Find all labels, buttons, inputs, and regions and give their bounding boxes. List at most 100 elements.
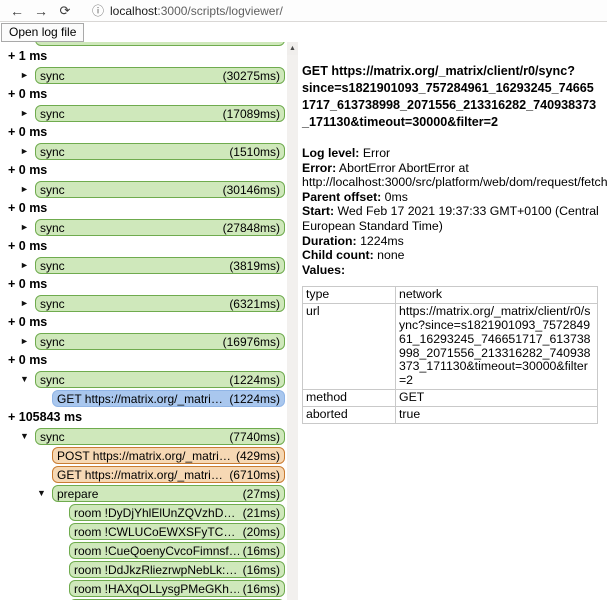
log-item-box[interactable]: GET https://matrix.org/_matri…(6710ms) — [52, 466, 285, 483]
value-key: type — [303, 287, 396, 304]
values-table-row: methodGET — [303, 389, 598, 406]
log-item-duration: (1224ms) — [225, 373, 280, 387]
log-item: ▼ sync(1224ms) — [0, 370, 287, 389]
log-item: GET https://matrix.org/_matri…(6710ms) — [0, 465, 287, 484]
offset-text: + 105843 ms — [0, 410, 82, 424]
detail-field: Duration: 1224ms — [302, 234, 601, 249]
log-item-box[interactable]: sync (1510ms) — [35, 143, 285, 160]
log-item-box[interactable]: room !HAXqOLLysgPMeGKh…(16ms) — [69, 580, 285, 597]
log-item-box[interactable]: sync (7740ms) — [35, 428, 285, 445]
log-item-box[interactable]: sync(6321ms) — [35, 295, 285, 312]
detail-field: Values: — [302, 263, 601, 278]
main-content: + 1 ms►sync(30275ms)+ 0 ms►sync(17089ms)… — [0, 42, 607, 600]
offset-text: + 0 ms — [0, 87, 47, 101]
value-content: true — [396, 406, 598, 423]
detail-field: Error: AbortError AbortError at http://l… — [302, 161, 601, 190]
log-item-box[interactable]: room !CWLUCoEWXSFyTC…(20ms) — [69, 523, 285, 540]
log-item: ► sync (1510ms) — [0, 142, 287, 161]
log-item: ► sync(6321ms) — [0, 294, 287, 313]
log-item-duration: (1510ms) — [225, 145, 280, 159]
log-item-box[interactable]: sync(1224ms) — [35, 371, 285, 388]
time-offset-label: + 0 ms — [0, 313, 287, 332]
log-item-label: room !CWLUCoEWXSFyTC… — [74, 525, 235, 539]
detail-fields: Log level: ErrorError: AbortError AbortE… — [302, 146, 601, 277]
field-label: Values: — [302, 263, 345, 277]
log-item-label: sync — [40, 183, 65, 197]
time-offset-label: + 0 ms — [0, 351, 287, 370]
expand-arrow-icon[interactable]: ► — [20, 145, 29, 157]
log-item-label: room !DyDjYhlElUnZQVzhD… — [74, 506, 235, 520]
expand-arrow-icon[interactable]: ► — [20, 107, 29, 119]
log-item-label: GET https://matrix.org/_matri… — [57, 468, 223, 482]
log-item-duration: (30275ms) — [219, 69, 280, 83]
forward-icon[interactable]: → — [32, 1, 50, 21]
log-item-box[interactable]: sync(30275ms) — [35, 67, 285, 84]
log-item-label: sync — [40, 145, 65, 159]
log-item-duration: (16ms) — [239, 582, 280, 596]
expand-arrow-icon[interactable]: ► — [20, 335, 29, 347]
value-key: aborted — [303, 406, 396, 423]
log-item-box[interactable]: POST https://matrix.org/_matri…(429ms) — [52, 447, 285, 464]
time-offset-label: + 1 ms — [0, 47, 287, 66]
field-label: Child count: — [302, 248, 374, 262]
log-item-duration: (6321ms) — [225, 297, 280, 311]
log-item-duration: (16976ms) — [219, 335, 280, 349]
log-item: ▼ sync (7740ms) — [0, 427, 287, 446]
info-icon[interactable]: ⓘ — [92, 2, 104, 19]
log-item-duration: (7740ms) — [225, 430, 280, 444]
log-item-duration: (27848ms) — [219, 221, 280, 235]
value-key: url — [303, 304, 396, 390]
log-item-box[interactable]: sync(27848ms) — [35, 219, 285, 236]
log-item-box[interactable]: sync (16976ms) — [35, 333, 285, 350]
log-item-duration: (6710ms) — [225, 468, 280, 482]
field-label: Error: — [302, 161, 336, 175]
log-item-box[interactable]: prepare(27ms) — [52, 485, 285, 502]
log-item-box[interactable] — [35, 42, 285, 46]
log-item: ► sync(17089ms) — [0, 104, 287, 123]
log-item: room !CWLUCoEWXSFyTC…(20ms) — [0, 522, 287, 541]
time-offset-label: + 105843 ms — [0, 408, 287, 427]
log-item-box[interactable]: room !DyDjYhlElUnZQVzhD… (21ms) — [69, 504, 285, 521]
back-icon[interactable]: ← — [8, 1, 26, 21]
offset-text: + 0 ms — [0, 315, 47, 329]
offset-text: + 0 ms — [0, 125, 47, 139]
values-table-row: abortedtrue — [303, 406, 598, 423]
detail-field: Log level: Error — [302, 146, 601, 161]
open-log-file-button[interactable]: Open log file — [1, 23, 84, 42]
log-item-label: sync — [40, 107, 65, 121]
log-item-box[interactable]: room !DdJkzRliezrwpNebLk:…(16ms) — [69, 561, 285, 578]
time-offset-label: + 0 ms — [0, 85, 287, 104]
log-item-box[interactable]: sync (3819ms) — [35, 257, 285, 274]
log-item-label: sync — [40, 259, 65, 273]
offset-text: + 0 ms — [0, 201, 47, 215]
log-tree-panel: + 1 ms►sync(30275ms)+ 0 ms►sync(17089ms)… — [0, 42, 298, 600]
log-item-label: sync — [40, 430, 65, 444]
log-item-box[interactable]: GET https://matrix.org/_matri…(1224ms) — [52, 390, 285, 407]
log-item-duration: (3819ms) — [225, 259, 280, 273]
expand-arrow-icon[interactable]: ► — [20, 183, 29, 195]
log-item-box[interactable]: sync(30146ms) — [35, 181, 285, 198]
time-offset-label: + 0 ms — [0, 161, 287, 180]
expand-arrow-icon[interactable]: ► — [20, 221, 29, 233]
reload-icon[interactable]: ⟳ — [56, 1, 74, 21]
log-item: ► sync(27848ms) — [0, 218, 287, 237]
collapse-arrow-icon[interactable]: ▼ — [20, 373, 29, 385]
log-item-box[interactable]: sync(17089ms) — [35, 105, 285, 122]
collapse-arrow-icon[interactable]: ▼ — [20, 430, 29, 442]
log-item-duration: (21ms) — [239, 506, 280, 520]
address-bar[interactable]: localhost:3000/scripts/logviewer/ — [110, 4, 283, 18]
app-toolbar: Open log file — [0, 22, 607, 42]
expand-arrow-icon[interactable]: ► — [20, 69, 29, 81]
expand-arrow-icon[interactable]: ► — [20, 297, 29, 309]
log-item-selected: GET https://matrix.org/_matri…(1224ms) — [0, 389, 287, 408]
tree-scrollbar[interactable]: ▲ — [287, 42, 298, 600]
log-item-label: sync — [40, 335, 65, 349]
log-item-box[interactable]: room !CueQoenyCvcoFimnsf…(16ms) — [69, 542, 285, 559]
field-label: Parent offset: — [302, 190, 381, 204]
collapse-arrow-icon[interactable]: ▼ — [37, 487, 46, 499]
log-item: ► sync (16976ms) — [0, 332, 287, 351]
expand-arrow-icon[interactable]: ► — [20, 259, 29, 271]
detail-field: Start: Wed Feb 17 2021 19:37:33 GMT+0100… — [302, 204, 601, 233]
scroll-up-icon[interactable]: ▲ — [287, 42, 298, 55]
log-item: ► sync(30275ms) — [0, 66, 287, 85]
